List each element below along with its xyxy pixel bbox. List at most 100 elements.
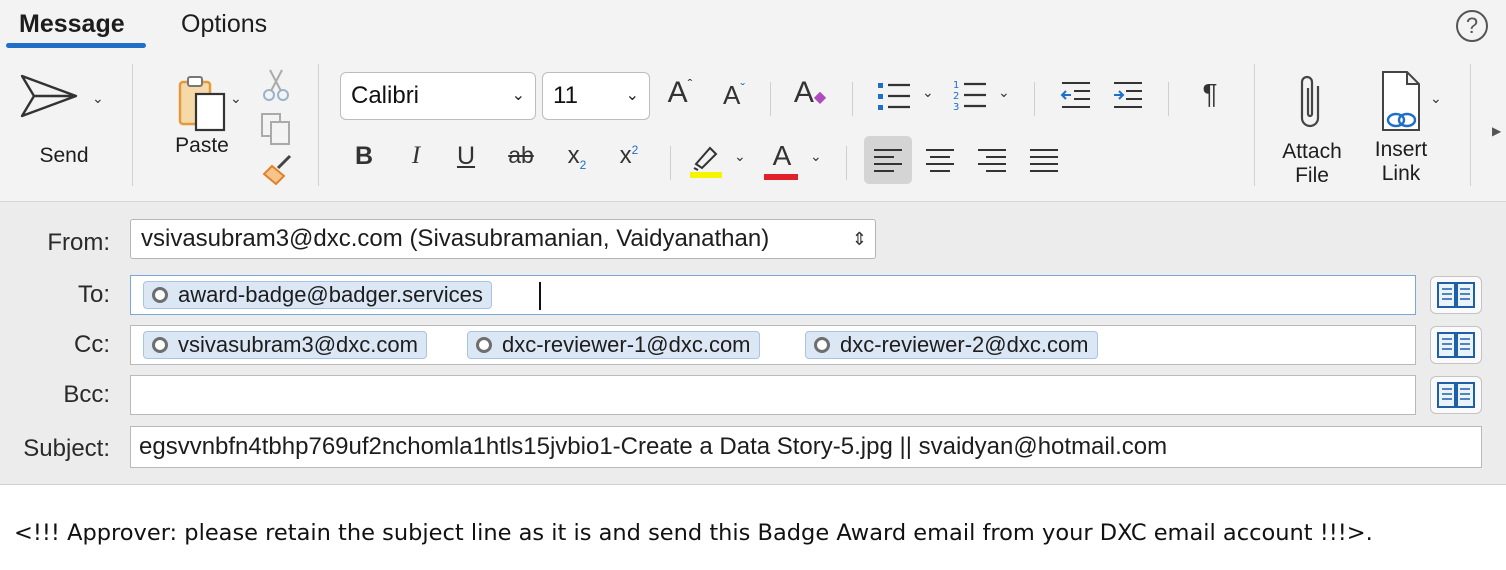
- ribbon-tab-bar: Message Options ?: [0, 0, 1506, 54]
- font-color-swatch: [764, 174, 798, 180]
- insert-link-chevron-down-icon[interactable]: ⌄: [1430, 90, 1442, 107]
- clear-formatting-icon[interactable]: A◆: [790, 76, 830, 110]
- align-left-icon: [874, 149, 902, 172]
- font-size-select[interactable]: 11 ⌄: [542, 72, 650, 120]
- insert-link-button[interactable]: Insert Link: [1362, 70, 1440, 186]
- svg-text:1: 1: [953, 80, 959, 91]
- highlight-color-swatch: [690, 172, 722, 178]
- ribbon-overflow-arrow-icon[interactable]: ▶: [1492, 124, 1501, 138]
- presence-status-icon: [152, 337, 168, 353]
- numbering-icon[interactable]: 1 2 3: [952, 78, 988, 112]
- text-cursor: [539, 282, 541, 310]
- group-divider: [1470, 64, 1471, 186]
- active-tab-indicator: [6, 43, 146, 48]
- presence-status-icon: [152, 287, 168, 303]
- address-book-icon: [1437, 282, 1475, 308]
- font-color-chevron-down-icon[interactable]: ⌄: [810, 148, 822, 165]
- attach-file-button[interactable]: Attach File: [1274, 72, 1350, 188]
- tab-options[interactable]: Options: [181, 10, 267, 39]
- subscript-icon[interactable]: x2: [562, 142, 592, 172]
- bcc-label: Bcc:: [63, 381, 110, 408]
- increase-indent-icon[interactable]: [1112, 80, 1144, 110]
- recipient-address: dxc-reviewer-1@dxc.com: [502, 332, 751, 357]
- attach-label-line1: Attach: [1282, 140, 1342, 163]
- address-book-icon: [1437, 382, 1475, 408]
- svg-text:3: 3: [953, 102, 959, 112]
- font-size-value: 11: [553, 82, 578, 109]
- subject-field[interactable]: egsvvnbfn4tbhp769uf2nchomla1htls15jvbio1…: [130, 426, 1482, 468]
- send-button[interactable]: Send: [12, 70, 116, 168]
- bullets-chevron-down-icon[interactable]: ⌄: [922, 84, 934, 101]
- paste-button[interactable]: Paste: [160, 74, 244, 158]
- up-down-chevron-icon: ⇕: [851, 229, 867, 249]
- cc-field[interactable]: vsivasubram3@dxc.com dxc-reviewer-1@dxc.…: [130, 325, 1416, 365]
- paste-label: Paste: [175, 134, 229, 157]
- bcc-field[interactable]: [130, 375, 1416, 415]
- subject-value: egsvvnbfn4tbhp769uf2nchomla1htls15jvbio1…: [139, 433, 1168, 460]
- divider: [846, 146, 847, 180]
- subject-label: Subject:: [23, 435, 110, 462]
- recipient-address: vsivasubram3@dxc.com: [178, 332, 418, 357]
- recipient-chip[interactable]: award-badge@badger.services: [143, 281, 492, 309]
- bcc-address-book-button[interactable]: [1430, 376, 1482, 414]
- recipient-chip[interactable]: vsivasubram3@dxc.com: [143, 331, 427, 359]
- align-center-icon[interactable]: [916, 136, 964, 184]
- recipient-address: dxc-reviewer-2@dxc.com: [840, 332, 1089, 357]
- align-right-icon[interactable]: [968, 136, 1016, 184]
- group-divider: [132, 64, 133, 186]
- group-divider: [1254, 64, 1255, 186]
- justify-icon[interactable]: [1020, 136, 1068, 184]
- to-label: To:: [77, 281, 110, 308]
- format-painter-icon[interactable]: [260, 154, 294, 188]
- recipient-address: award-badge@badger.services: [178, 282, 483, 307]
- from-label: From:: [47, 229, 110, 256]
- cc-label: Cc:: [74, 331, 110, 358]
- insert-label-line1: Insert: [1374, 138, 1428, 161]
- font-color-icon[interactable]: A: [766, 140, 798, 172]
- italic-icon[interactable]: I: [404, 142, 428, 170]
- chevron-down-icon: ⌄: [511, 87, 525, 104]
- highlight-chevron-down-icon[interactable]: ⌄: [734, 148, 746, 165]
- recipient-chip[interactable]: dxc-reviewer-2@dxc.com: [805, 331, 1098, 359]
- bullets-icon[interactable]: [876, 80, 912, 112]
- group-divider: [318, 64, 319, 186]
- superscript-icon[interactable]: x2: [614, 142, 644, 170]
- align-left-button[interactable]: [864, 136, 912, 184]
- bold-icon[interactable]: B: [352, 142, 376, 171]
- send-icon: [20, 74, 78, 118]
- from-account-select[interactable]: vsivasubram3@dxc.com (Sivasubramanian, V…: [130, 219, 876, 259]
- clipboard-icon: [178, 76, 226, 132]
- shrink-font-icon[interactable]: Aˇ: [716, 80, 752, 111]
- paste-options-chevron-icon[interactable]: ⌄: [230, 90, 242, 107]
- divider: [1034, 82, 1035, 116]
- link-icon: [1382, 71, 1420, 131]
- copy-icon[interactable]: [260, 112, 292, 146]
- divider: [670, 146, 671, 180]
- recipient-chip[interactable]: dxc-reviewer-1@dxc.com: [467, 331, 760, 359]
- paperclip-icon: [1300, 75, 1320, 128]
- address-book-icon: [1437, 332, 1475, 358]
- message-header: From: vsivasubram3@dxc.com (Sivasubraman…: [0, 202, 1506, 485]
- tab-message[interactable]: Message: [19, 10, 125, 39]
- numbering-chevron-down-icon[interactable]: ⌄: [998, 84, 1010, 101]
- from-value: vsivasubram3@dxc.com (Sivasubramanian, V…: [141, 225, 770, 252]
- ribbon-toolbar: Send ⌄ Paste ⌄ Calibri ⌄ 11 ⌄ Aˆ Aˇ A◆ ⌄…: [0, 54, 1506, 202]
- highlight-color-icon[interactable]: [688, 142, 724, 178]
- chevron-down-icon: ⌄: [625, 87, 639, 104]
- cut-icon[interactable]: [262, 68, 290, 102]
- decrease-indent-icon[interactable]: [1060, 80, 1092, 110]
- help-icon[interactable]: ?: [1456, 10, 1488, 42]
- grow-font-icon[interactable]: Aˆ: [662, 76, 698, 110]
- attach-label-line2: File: [1295, 164, 1329, 187]
- to-field[interactable]: award-badge@badger.services: [130, 275, 1416, 315]
- presence-status-icon: [476, 337, 492, 353]
- underline-icon[interactable]: U: [454, 142, 478, 171]
- strikethrough-icon[interactable]: ab: [504, 142, 538, 169]
- font-name-select[interactable]: Calibri ⌄: [340, 72, 536, 120]
- presence-status-icon: [814, 337, 830, 353]
- to-address-book-button[interactable]: [1430, 276, 1482, 314]
- cc-address-book-button[interactable]: [1430, 326, 1482, 364]
- send-options-chevron-icon[interactable]: ⌄: [92, 90, 104, 107]
- message-body-text[interactable]: <!!! Approver: please retain the subject…: [14, 520, 1373, 546]
- show-paragraph-marks-icon[interactable]: ¶: [1194, 78, 1226, 110]
